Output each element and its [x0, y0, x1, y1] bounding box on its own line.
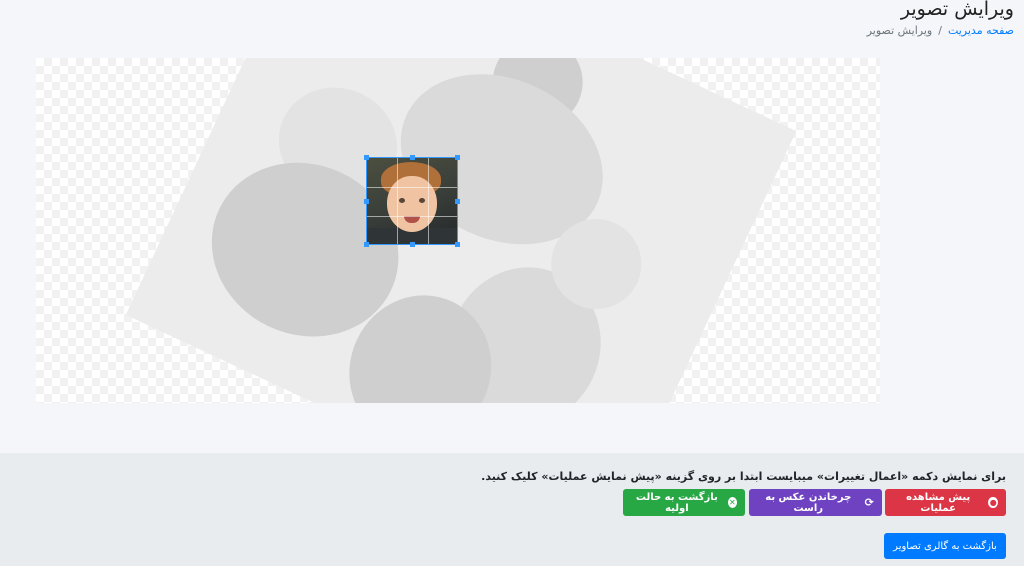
crop-handle-s[interactable]: [410, 242, 415, 247]
back-button-label: بازگشت به گالری تصاویر: [893, 540, 997, 552]
crop-handle-e[interactable]: [455, 199, 460, 204]
rotated-photo: [125, 58, 797, 403]
preview-operations-button[interactable]: ● پیش مشاهده عملیات: [885, 489, 1006, 516]
breadcrumb: صفحه مدیریت / ویرایش تصویر: [867, 24, 1014, 37]
crop-handle-ne[interactable]: [455, 155, 460, 160]
image-editor-canvas[interactable]: [36, 58, 880, 403]
sync-icon: ⟳: [864, 496, 874, 509]
breadcrumb-separator: /: [938, 24, 942, 37]
crop-handle-n[interactable]: [410, 155, 415, 160]
breadcrumb-current: ویرایش تصویر: [866, 24, 933, 37]
crop-handle-sw[interactable]: [364, 242, 369, 247]
crop-handle-nw[interactable]: [364, 155, 369, 160]
rotate-button-label: چرخاندن عکس به راست: [765, 491, 852, 514]
reset-button[interactable]: ✕ بازگشت به حالت اولیه: [623, 489, 745, 516]
preview-button-label: پیش مشاهده عملیات: [906, 491, 971, 514]
back-to-gallery-button[interactable]: بازگشت به گالری تصاویر: [884, 533, 1006, 559]
close-circle-icon: ✕: [727, 497, 737, 508]
page-title: ویرایش تصویر: [900, 0, 1014, 20]
crop-handle-w[interactable]: [364, 199, 369, 204]
crop-handle-se[interactable]: [455, 242, 460, 247]
hint-text: برای نمایش دکمه «اعمال تغییرات» میبایست …: [481, 470, 1006, 483]
rotate-right-button[interactable]: ⟳ چرخاندن عکس به راست: [749, 489, 882, 516]
reset-button-label: بازگشت به حالت اولیه: [635, 491, 718, 514]
crop-selection-box[interactable]: [366, 157, 458, 245]
eye-icon: ●: [988, 497, 998, 508]
breadcrumb-home-link[interactable]: صفحه مدیریت: [948, 24, 1014, 37]
